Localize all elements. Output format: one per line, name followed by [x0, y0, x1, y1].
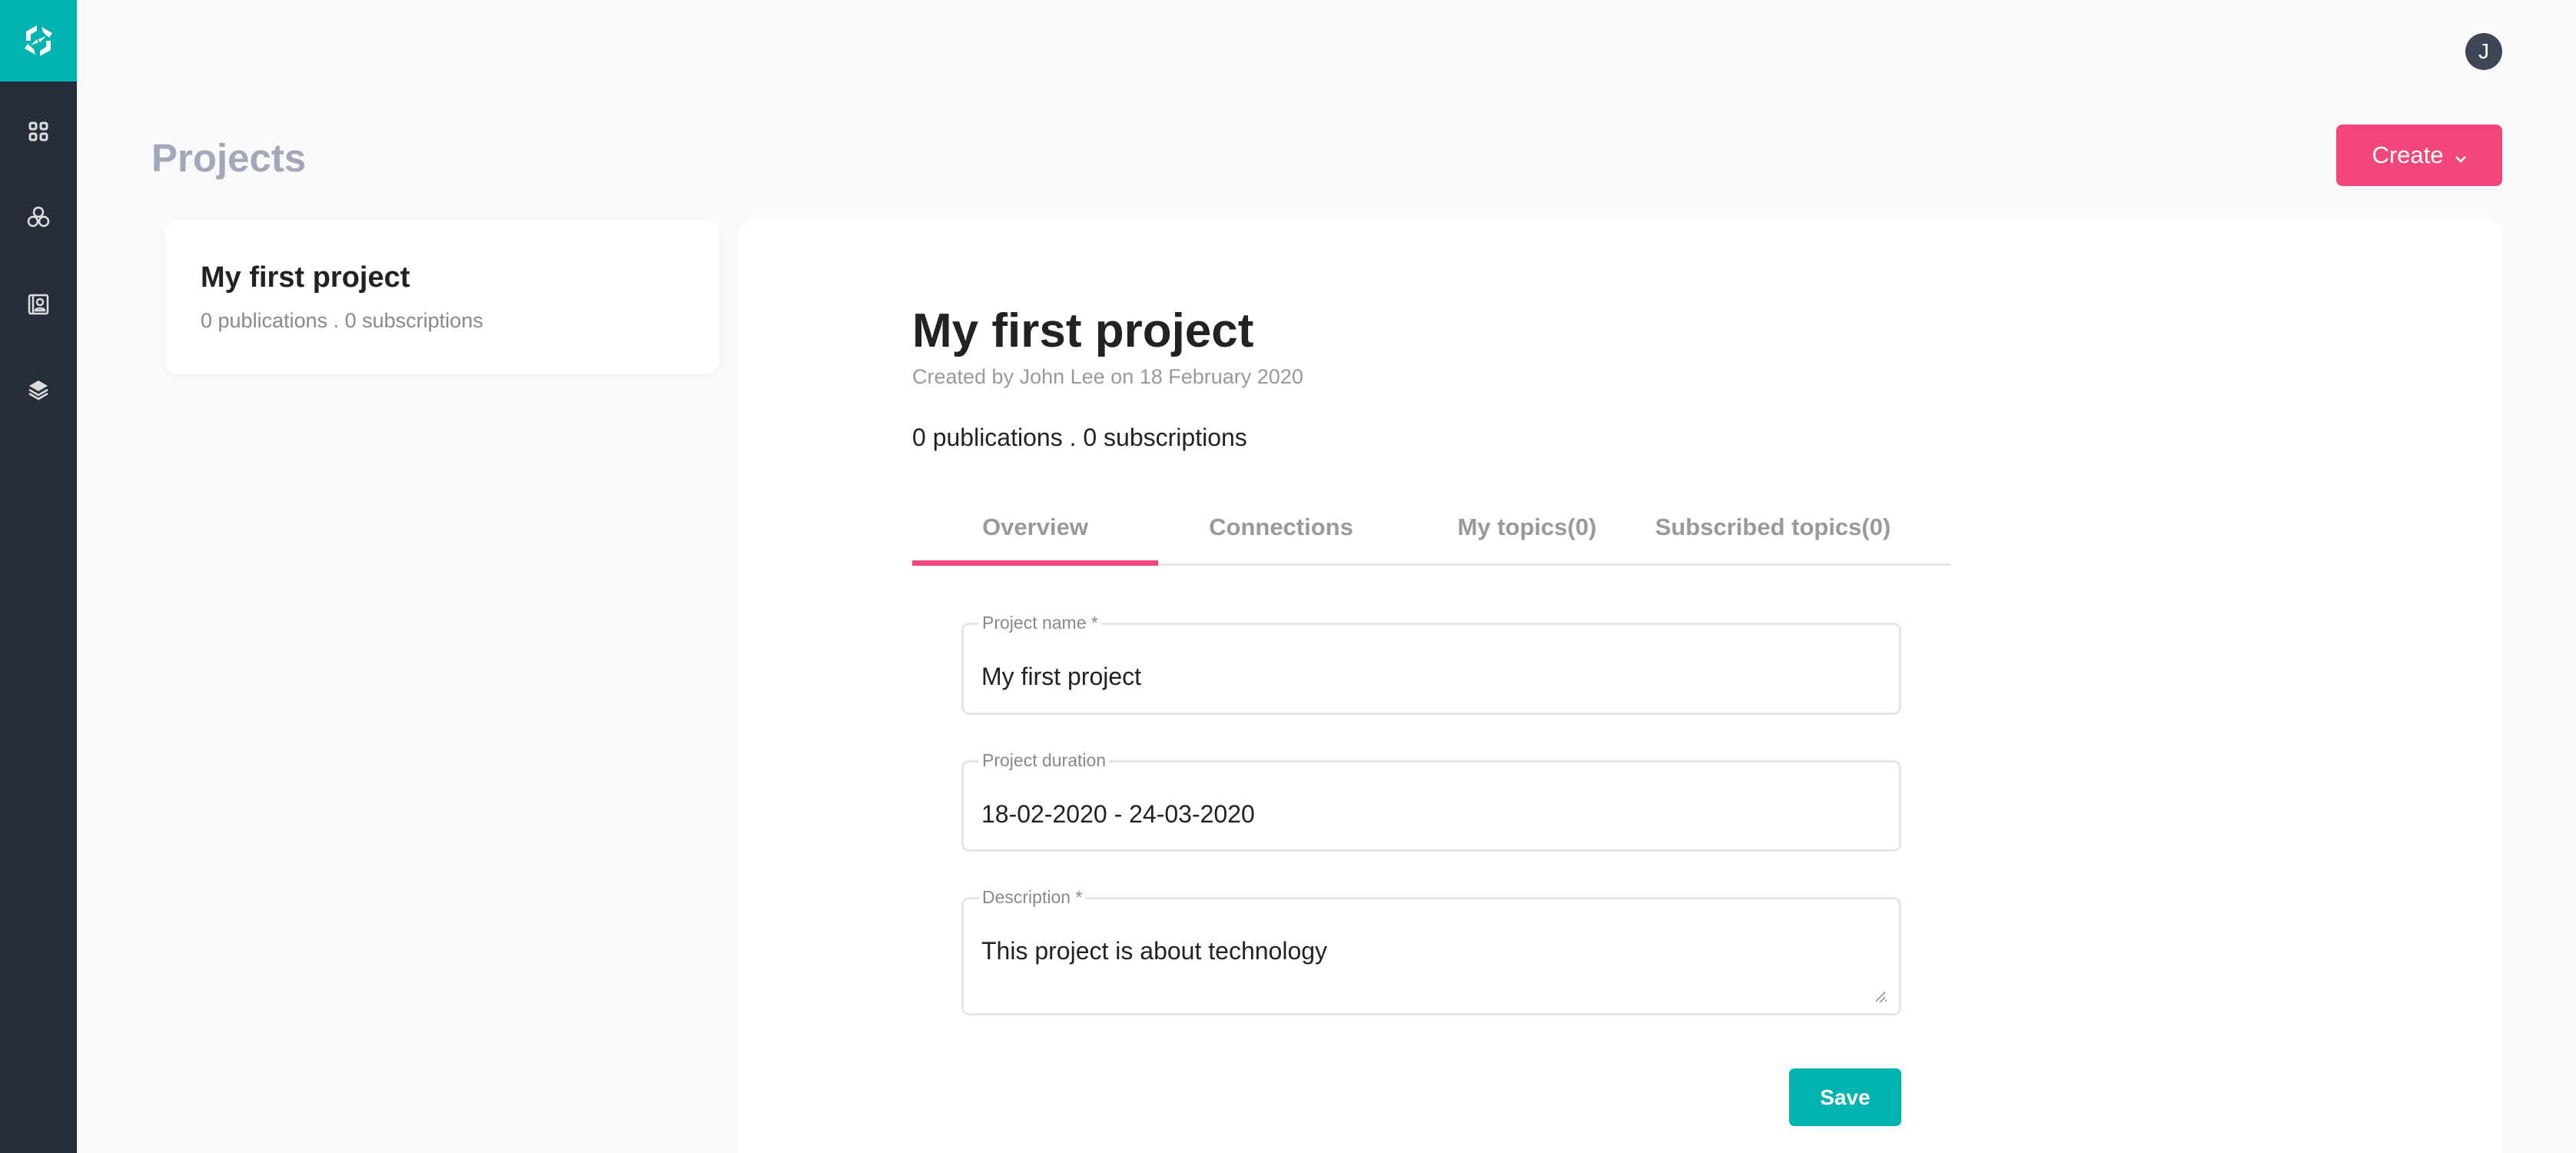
page-title: Projects [151, 136, 307, 180]
project-card[interactable]: My first project 0 publications . 0 subs… [164, 220, 719, 374]
user-avatar[interactable]: J [2465, 33, 2502, 70]
project-stats: 0 publications . 0 subscriptions [912, 424, 1247, 451]
project-duration-label: Project duration [979, 750, 1110, 771]
sidebar [0, 0, 77, 1153]
tab-subscribed-topics[interactable]: Subscribed topics(0) [1650, 507, 1896, 563]
description-label: Description * [979, 887, 1086, 908]
create-button[interactable]: Create [2336, 125, 2502, 186]
project-duration-value: 18-02-2020 - 24-03-2020 [981, 800, 1255, 828]
description-value: This project is about technology [981, 937, 1328, 965]
project-name-value: My first project [981, 663, 1142, 690]
project-card-stats: 0 publications . 0 subscriptions [201, 309, 483, 332]
tab-connections[interactable]: Connections [1158, 507, 1404, 563]
create-label: Create [2372, 141, 2444, 168]
project-name-input[interactable]: Project name * My first project [961, 613, 1901, 715]
description-textarea[interactable]: Description * This project is about tech… [961, 887, 1901, 1015]
tab-overview[interactable]: Overview [912, 507, 1158, 566]
dashboard-grid-icon[interactable] [23, 116, 54, 147]
project-name-label: Project name * [979, 613, 1101, 633]
logo-icon[interactable] [0, 0, 77, 81]
layers-stack-icon[interactable] [23, 374, 54, 405]
resize-handle-icon[interactable] [1876, 992, 1887, 1002]
project-card-title: My first project [201, 261, 410, 294]
tab-my-topics[interactable]: My topics(0) [1404, 507, 1650, 563]
project-title: My first project [912, 304, 1254, 357]
project-created-by: Created by John Lee on 18 February 2020 [912, 365, 1303, 388]
chevron-down-icon [2455, 141, 2467, 169]
contact-book-icon[interactable] [23, 289, 54, 320]
circles-network-icon[interactable] [23, 201, 54, 232]
save-button[interactable]: Save [1789, 1068, 1901, 1126]
project-duration-input[interactable]: Project duration 18-02-2020 - 24-03-2020 [961, 750, 1901, 852]
tab-bar: Overview Connections My topics(0) Subscr… [912, 507, 1950, 566]
